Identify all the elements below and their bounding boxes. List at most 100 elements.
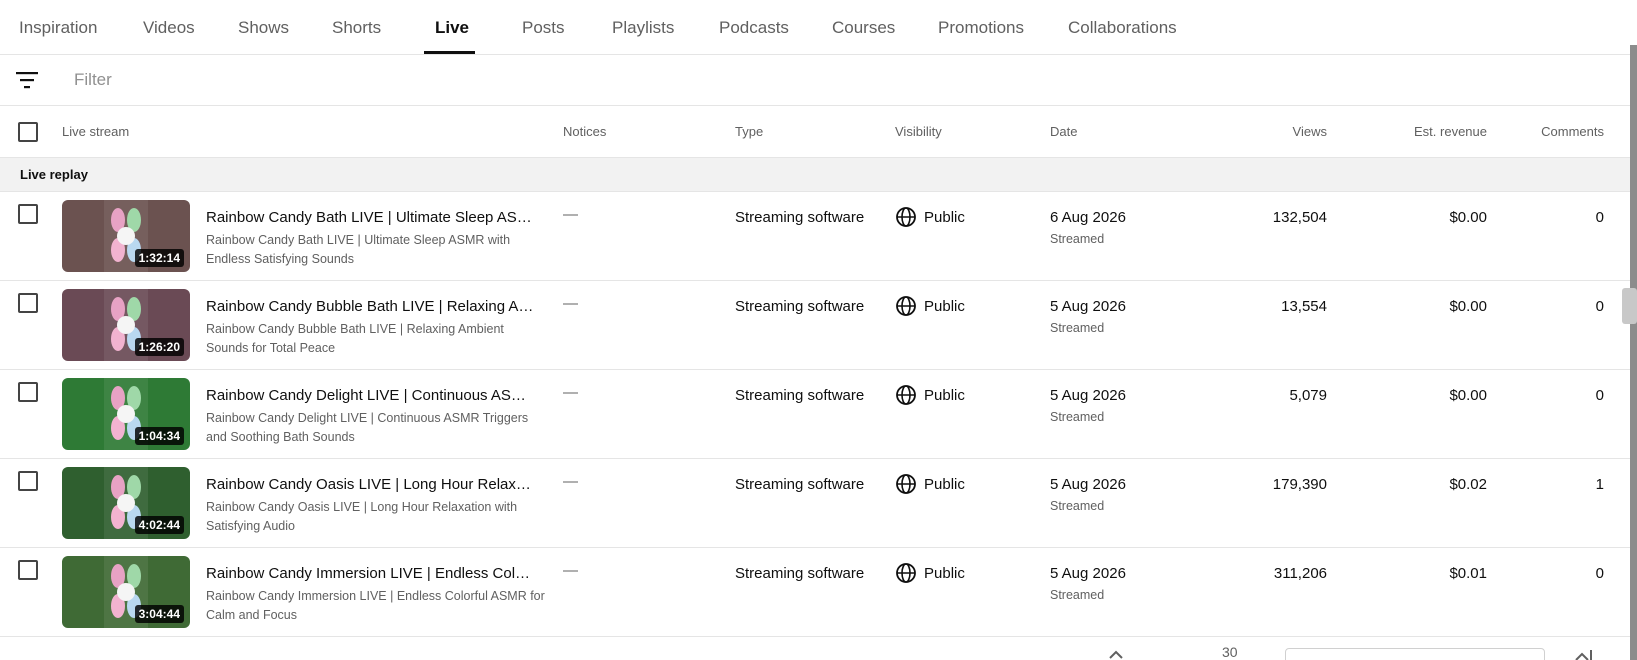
tab-playlists[interactable]: Playlists	[612, 0, 674, 55]
table-row[interactable]: 1:32:14 Rainbow Candy Bath LIVE | Ultima…	[0, 192, 1630, 281]
date-value: 5 Aug 2026	[1050, 387, 1126, 404]
views-value: 13,554	[1281, 298, 1327, 315]
table-header: Live stream Notices Type Visibility Date…	[0, 106, 1630, 158]
column-header-date[interactable]: Date	[1050, 124, 1077, 139]
row-checkbox[interactable]	[18, 560, 38, 580]
globe-icon	[896, 385, 916, 405]
visibility-value[interactable]: Public	[924, 565, 965, 582]
filter-input[interactable]	[74, 66, 674, 94]
revenue-value: $0.02	[1449, 476, 1487, 493]
column-header-revenue[interactable]: Est. revenue	[1414, 124, 1487, 139]
visibility-value[interactable]: Public	[924, 387, 965, 404]
table-row[interactable]: 1:26:20 Rainbow Candy Bubble Bath LIVE |…	[0, 281, 1630, 370]
video-title[interactable]: Rainbow Candy Oasis LIVE | Long Hour Rel…	[206, 476, 536, 493]
filter-icon[interactable]	[16, 71, 38, 89]
select-all-checkbox[interactable]	[18, 122, 38, 142]
video-title[interactable]: Rainbow Candy Immersion LIVE | Endless C…	[206, 565, 536, 582]
video-thumbnail[interactable]: 1:26:20	[62, 289, 190, 361]
video-description: Rainbow Candy Delight LIVE | Continuous …	[206, 411, 529, 444]
revenue-value: $0.00	[1449, 387, 1487, 404]
video-thumbnail[interactable]: 4:02:44	[62, 467, 190, 539]
date-status: Streamed	[1050, 499, 1105, 513]
tab-inspiration[interactable]: Inspiration	[19, 0, 97, 55]
character-face	[117, 316, 135, 334]
column-header-live-stream[interactable]: Live stream	[62, 124, 129, 139]
video-thumbnail[interactable]: 3:04:44	[62, 556, 190, 628]
video-title[interactable]: Rainbow Candy Bubble Bath LIVE | Relaxin…	[206, 298, 536, 315]
video-title[interactable]: Rainbow Candy Delight LIVE | Continuous …	[206, 387, 536, 404]
views-value: 311,206	[1273, 565, 1327, 582]
table-footer: 30	[0, 638, 1630, 660]
rows-per-page-value[interactable]: 30	[1222, 644, 1238, 660]
row-checkbox[interactable]	[18, 293, 38, 313]
column-header-views[interactable]: Views	[1293, 124, 1327, 139]
character-face	[117, 227, 135, 245]
channel-content-tabs: Inspiration Videos Shows Shorts Live Pos…	[0, 0, 1630, 55]
tab-podcasts[interactable]: Podcasts	[719, 0, 789, 55]
stream-type: Streaming software	[735, 298, 865, 315]
video-thumbnail[interactable]: 1:04:34	[62, 378, 190, 450]
pagination-select[interactable]	[1285, 648, 1545, 660]
notices-value: —	[563, 384, 578, 401]
stream-type: Streaming software	[735, 476, 865, 493]
revenue-value: $0.01	[1449, 565, 1487, 582]
column-header-visibility: Visibility	[895, 124, 942, 139]
stream-type: Streaming software	[735, 387, 865, 404]
date-value: 5 Aug 2026	[1050, 565, 1126, 582]
group-header-live-replay: Live replay	[0, 158, 1630, 192]
scroll-position-marker[interactable]	[1622, 288, 1637, 324]
date-value: 5 Aug 2026	[1050, 298, 1126, 315]
last-page-icon[interactable]	[1572, 648, 1594, 660]
column-header-notices: Notices	[563, 124, 607, 139]
video-description: Rainbow Candy Oasis LIVE | Long Hour Rel…	[206, 500, 518, 533]
tab-shows[interactable]: Shows	[238, 0, 289, 55]
date-value: 6 Aug 2026	[1050, 209, 1126, 226]
row-checkbox[interactable]	[18, 471, 38, 491]
character-face	[117, 583, 135, 601]
notices-value: —	[563, 473, 578, 490]
active-tab-indicator	[424, 51, 475, 54]
tab-promotions[interactable]: Promotions	[938, 0, 1024, 55]
notices-value: —	[563, 562, 578, 579]
row-checkbox[interactable]	[18, 382, 38, 402]
video-description: Rainbow Candy Immersion LIVE | Endless C…	[206, 589, 545, 622]
tab-collaborations[interactable]: Collaborations	[1068, 0, 1177, 55]
views-value: 179,390	[1272, 476, 1327, 493]
visibility-value[interactable]: Public	[924, 298, 965, 315]
notices-value: —	[563, 295, 578, 312]
character-face	[117, 405, 135, 423]
video-thumbnail[interactable]: 1:32:14	[62, 200, 190, 272]
column-header-comments[interactable]: Comments	[1541, 124, 1604, 139]
column-header-type: Type	[735, 124, 764, 139]
date-status: Streamed	[1050, 410, 1105, 424]
tab-shorts[interactable]: Shorts	[332, 0, 381, 55]
table-row[interactable]: 3:04:44 Rainbow Candy Immersion LIVE | E…	[0, 548, 1630, 637]
tab-videos[interactable]: Videos	[143, 0, 195, 55]
globe-icon	[896, 563, 916, 583]
table-row[interactable]: 1:04:34 Rainbow Candy Delight LIVE | Con…	[0, 370, 1630, 459]
video-duration: 3:04:44	[134, 605, 184, 623]
comments-value: 0	[1595, 209, 1604, 226]
filter-bar	[0, 55, 1630, 106]
stream-type: Streaming software	[735, 209, 865, 226]
views-value: 5,079	[1289, 387, 1327, 404]
globe-icon	[896, 474, 916, 494]
tab-posts[interactable]: Posts	[522, 0, 565, 55]
comments-value: 1	[1595, 476, 1604, 493]
row-checkbox[interactable]	[18, 204, 38, 224]
visibility-value[interactable]: Public	[924, 476, 965, 493]
tab-live[interactable]: Live	[435, 0, 469, 55]
comments-value: 0	[1595, 298, 1604, 315]
globe-icon	[896, 296, 916, 316]
notices-value: —	[563, 206, 578, 223]
visibility-value[interactable]: Public	[924, 209, 965, 226]
date-status: Streamed	[1050, 321, 1105, 335]
video-title[interactable]: Rainbow Candy Bath LIVE | Ultimate Sleep…	[206, 209, 536, 226]
scrollbar-thumb[interactable]	[1630, 45, 1637, 660]
date-status: Streamed	[1050, 232, 1105, 246]
table-row[interactable]: 4:02:44 Rainbow Candy Oasis LIVE | Long …	[0, 459, 1630, 548]
views-value: 132,504	[1272, 209, 1327, 226]
date-status: Streamed	[1050, 588, 1105, 602]
tab-courses[interactable]: Courses	[832, 0, 895, 55]
character-face	[117, 494, 135, 512]
